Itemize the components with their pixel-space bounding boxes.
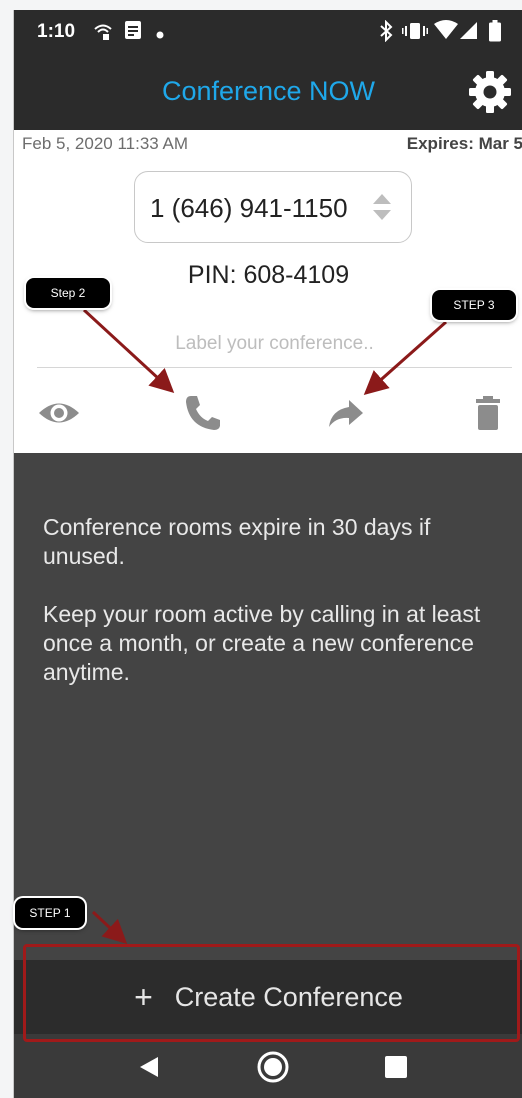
bluetooth-icon xyxy=(378,19,394,47)
spinner-arrows-icon xyxy=(372,192,392,227)
created-date: Feb 5, 2020 11:33 AM xyxy=(22,134,189,153)
app-bar: Conference NOW xyxy=(14,54,522,130)
status-bar: 1:10 xyxy=(14,10,522,54)
info-paragraph-expiry: Conference rooms expire in 30 days if un… xyxy=(43,514,431,569)
conference-label-input[interactable] xyxy=(37,320,512,368)
create-conference-button[interactable]: + Create Conference xyxy=(14,960,522,1034)
back-icon xyxy=(140,1057,158,1077)
gear-icon xyxy=(469,71,511,113)
create-conference-label: Create Conference xyxy=(174,982,403,1012)
eye-icon xyxy=(39,403,79,423)
message-icon xyxy=(124,20,142,45)
vibrate-icon xyxy=(402,20,428,47)
screenshot-frame: 1:10 Conference NOW Feb 5, 2020 11:33 AM… xyxy=(0,0,522,1098)
share-icon xyxy=(329,400,363,427)
hotspot-icon xyxy=(92,20,114,47)
recents-icon xyxy=(385,1056,407,1078)
status-time: 1:10 xyxy=(37,21,76,42)
expires-label: Expires: Mar 5 xyxy=(406,134,522,153)
create-conference-content: + Create Conference xyxy=(14,979,522,1015)
phone-icon xyxy=(186,396,220,430)
dial-in-number-select[interactable]: 1 (646) 941-1150 xyxy=(134,171,412,243)
trash-icon xyxy=(476,396,500,430)
plus-icon: + xyxy=(134,979,153,1015)
app-title: Conference NOW xyxy=(161,76,376,106)
phone-screen: 1:10 Conference NOW Feb 5, 2020 11:33 AM… xyxy=(13,10,522,1098)
battery-icon xyxy=(489,20,501,47)
settings-button[interactable] xyxy=(466,68,514,116)
recents-button[interactable] xyxy=(376,1047,416,1087)
back-button[interactable] xyxy=(129,1047,169,1087)
delete-button[interactable] xyxy=(464,388,514,438)
home-icon xyxy=(257,1051,289,1083)
signal-icon xyxy=(460,20,478,45)
view-button[interactable] xyxy=(34,388,84,438)
dial-in-number: 1 (646) 941-1150 xyxy=(150,193,348,223)
conference-card: Feb 5, 2020 11:33 AM Expires: Mar 5 1 (6… xyxy=(14,130,522,453)
share-button[interactable] xyxy=(321,388,371,438)
notification-dot-icon xyxy=(156,24,164,44)
info-paragraph-keep-active: Keep your room active by calling in at l… xyxy=(43,601,481,685)
pin-label: PIN: 608-4109 xyxy=(187,261,350,289)
info-message: Conference rooms expire in 30 days if un… xyxy=(43,513,483,716)
system-nav-bar xyxy=(14,1034,522,1098)
call-button[interactable] xyxy=(177,388,227,438)
wifi-icon xyxy=(434,20,458,45)
home-button[interactable] xyxy=(253,1047,293,1087)
